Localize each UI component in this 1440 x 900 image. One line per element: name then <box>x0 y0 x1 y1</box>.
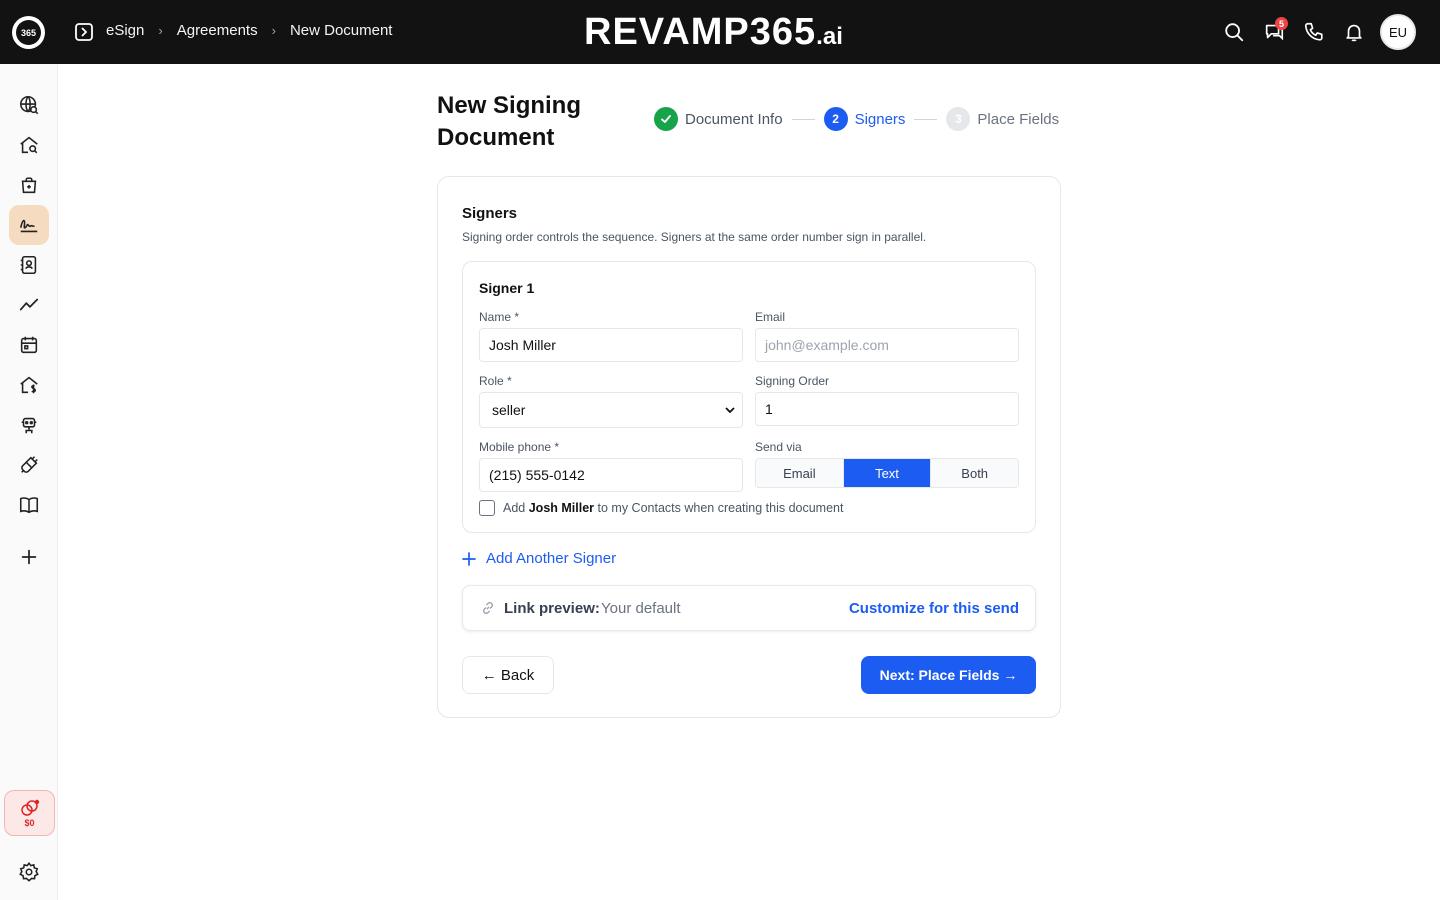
app-logo[interactable]: 365 <box>12 16 45 49</box>
send-via-text-button[interactable]: Text <box>842 459 931 487</box>
step-connector <box>791 118 815 120</box>
chevron-right-icon: › <box>271 23 276 38</box>
page-title: New Signing Document <box>437 92 581 151</box>
breadcrumb-new-document: New Document <box>289 22 393 39</box>
email-field[interactable]: john@example.com <box>755 328 1019 362</box>
signing-order-label: Signing Order <box>755 374 830 388</box>
home-dollar-icon[interactable] <box>9 365 49 405</box>
top-bar: 365 eSign › Agreements › New Document RE… <box>0 0 1440 64</box>
bag-icon[interactable] <box>9 165 49 205</box>
check-icon <box>654 107 678 131</box>
add-to-contacts-name: Josh Miller <box>528 501 595 515</box>
send-via-both-button[interactable]: Both <box>930 459 1018 487</box>
name-field[interactable]: Josh Miller <box>479 328 743 362</box>
link-preview-value: Your default <box>601 600 681 617</box>
add-to-contacts-prefix: Add <box>503 501 526 515</box>
send-via-label: Send via <box>755 440 802 454</box>
globe-search-icon[interactable] <box>9 85 49 125</box>
add-another-signer-label: Add Another Signer <box>486 550 617 567</box>
role-value: seller <box>492 402 526 418</box>
step-label: Place Fields <box>977 110 1060 128</box>
add-to-contacts-row: Add Josh Miller to my Contacts when crea… <box>479 500 843 516</box>
role-select[interactable]: seller <box>479 392 743 428</box>
search-icon[interactable] <box>1214 14 1254 50</box>
mobile-phone-label: Mobile phone * <box>479 440 560 454</box>
brand-main: REVAMP365 <box>584 11 817 53</box>
link-preview-label: Link preview: <box>504 600 600 617</box>
step-label: Document Info <box>685 110 783 128</box>
signer-title: Signer 1 <box>479 280 535 296</box>
signature-icon[interactable] <box>9 205 49 245</box>
stepper: Document Info 2 Signers 3 Place Fields <box>654 107 1059 131</box>
link-icon <box>482 601 494 615</box>
sidebar-toggle-icon[interactable] <box>75 23 93 41</box>
gear-icon[interactable] <box>9 852 49 892</box>
send-via-email-button[interactable]: Email <box>756 459 843 487</box>
step-number: 3 <box>946 107 971 131</box>
card-subtitle: Signing order controls the sequence. Sig… <box>462 230 927 244</box>
customize-link-button[interactable]: Customize for this send <box>849 600 1019 617</box>
notification-badge: 5 <box>1275 17 1288 30</box>
phone-icon[interactable] <box>1294 14 1334 50</box>
next-place-fields-button[interactable]: Next: Place Fields → <box>861 656 1036 694</box>
link-preview-panel: Link preview: Your default Customize for… <box>462 585 1036 631</box>
book-icon[interactable] <box>9 485 49 525</box>
step-label: Signers <box>854 110 906 128</box>
add-to-contacts-suffix: to my Contacts when creating this docume… <box>597 501 844 515</box>
bell-icon[interactable] <box>1334 14 1374 50</box>
credit-balance[interactable]: $0 <box>4 790 55 836</box>
signing-order-field[interactable]: 1 <box>755 392 1019 426</box>
calendar-icon[interactable] <box>9 325 49 365</box>
signer-panel: Signer 1 Name * Josh Miller Email john@e… <box>462 261 1036 533</box>
step-place-fields: 3 Place Fields <box>946 107 1059 131</box>
brand-logo: REVAMP365 .ai <box>584 12 843 52</box>
chevron-right-icon: › <box>158 23 163 38</box>
breadcrumb-agreements[interactable]: Agreements <box>177 22 258 39</box>
coins-icon <box>20 799 39 816</box>
role-label: Role * <box>479 374 512 388</box>
breadcrumb: eSign › Agreements › New Document <box>106 22 392 39</box>
step-signers[interactable]: 2 Signers <box>823 107 906 131</box>
chevron-down-icon <box>725 407 735 414</box>
brand-suffix: .ai <box>816 23 843 50</box>
plug-icon[interactable] <box>9 445 49 485</box>
top-actions: 5 EU <box>1214 14 1416 50</box>
contacts-book-icon[interactable] <box>9 245 49 285</box>
plus-icon[interactable] <box>9 537 49 577</box>
credit-amount: $0 <box>24 817 35 828</box>
send-via-toggle: Email Text Both <box>755 458 1019 488</box>
email-label: Email <box>755 310 786 324</box>
robot-icon[interactable] <box>9 405 49 445</box>
step-number: 2 <box>823 107 848 131</box>
card-title: Signers <box>462 205 518 222</box>
avatar[interactable]: EU <box>1380 14 1416 50</box>
mobile-phone-field[interactable]: (215) 555-0142 <box>479 458 743 492</box>
step-connector <box>914 118 938 120</box>
name-label: Name * <box>479 310 520 324</box>
add-to-contacts-checkbox[interactable] <box>479 500 495 516</box>
plus-icon <box>462 551 476 566</box>
left-rail: $0 <box>0 64 58 900</box>
app-logo-text: 365 <box>16 20 41 45</box>
back-button[interactable]: ← Back <box>462 656 554 694</box>
step-document-info[interactable]: Document Info <box>654 107 783 131</box>
trend-line-icon[interactable] <box>9 285 49 325</box>
messages-icon[interactable]: 5 <box>1254 14 1294 50</box>
signers-card: Signers Signing order controls the seque… <box>437 176 1061 718</box>
add-another-signer-button[interactable]: Add Another Signer <box>462 550 616 567</box>
breadcrumb-esign[interactable]: eSign <box>106 22 144 39</box>
home-search-icon[interactable] <box>9 125 49 165</box>
